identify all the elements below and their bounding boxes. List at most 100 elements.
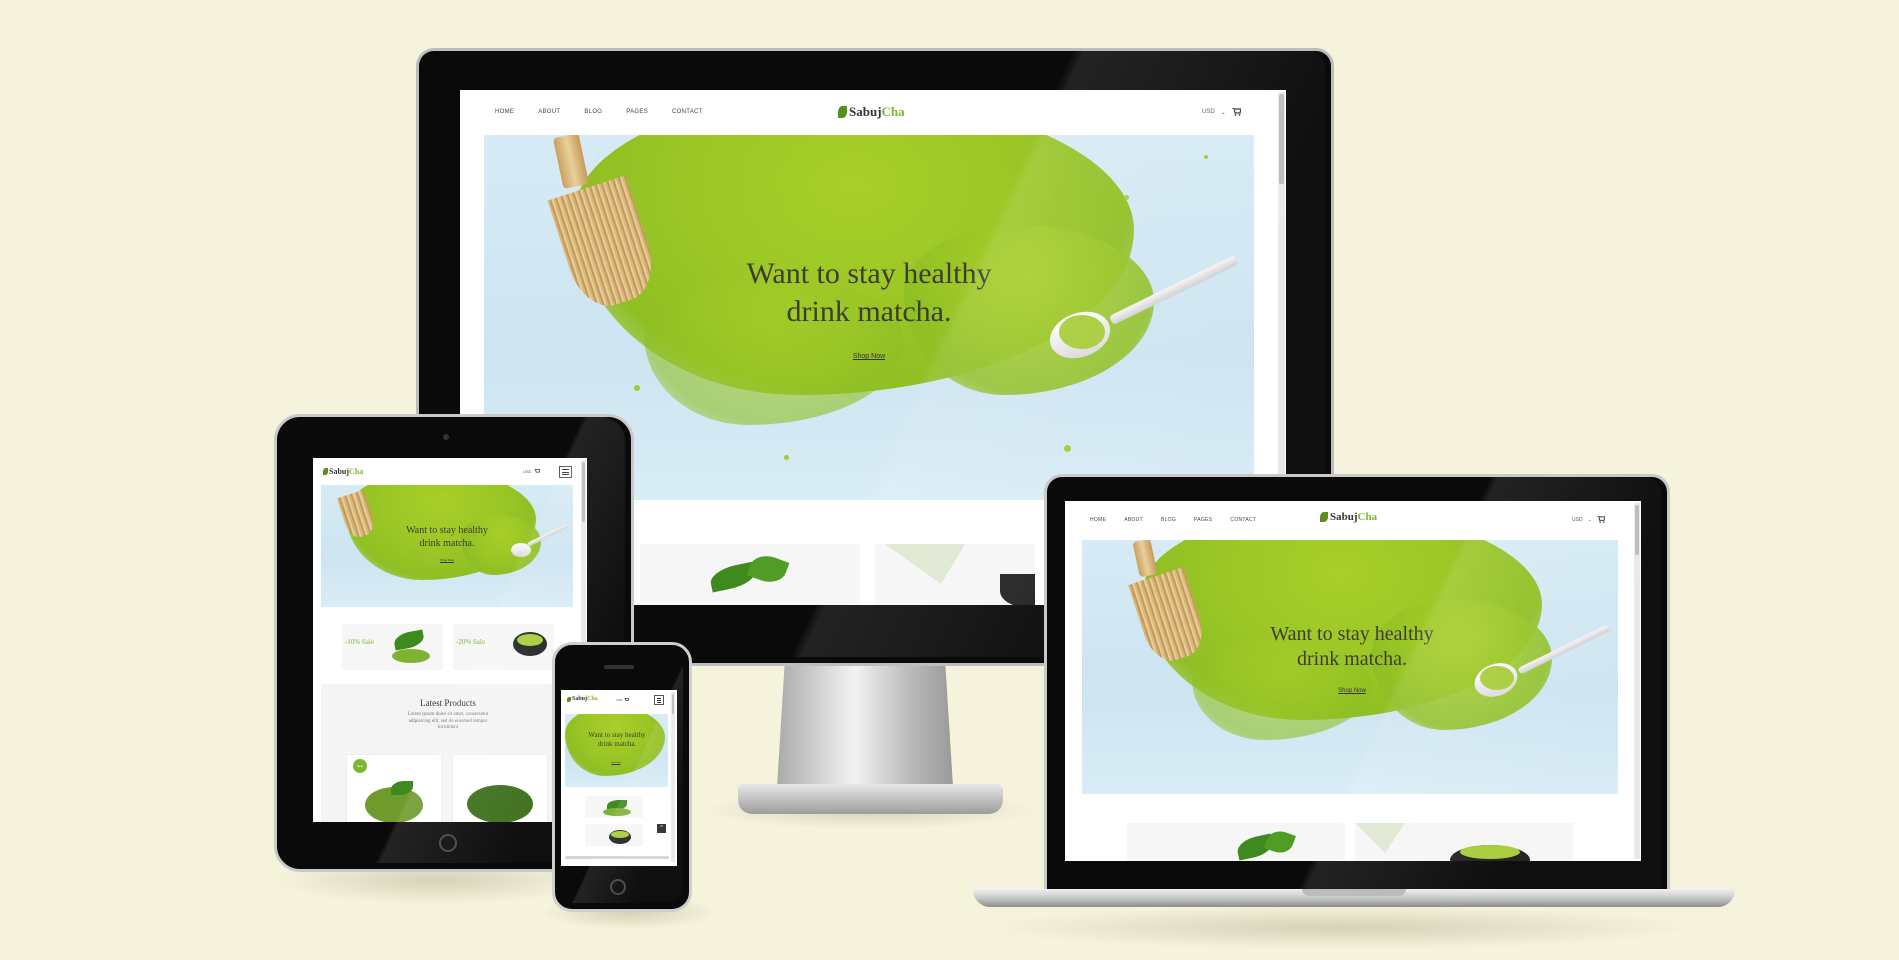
currency-select[interactable]: USD [1572, 517, 1583, 523]
tablet-header-actions: USD [523, 469, 541, 474]
phone-promo-card-2[interactable] [585, 824, 643, 846]
logo-text-main: Sabuj [849, 104, 882, 119]
laptop-shadow [980, 905, 1700, 950]
hero-title: Want to stay healthy drink matcha. [1227, 622, 1477, 672]
desktop-navbar: HOME ABOUT BLOG PAGES CONTACT Sabuj Cha U… [460, 90, 1286, 136]
monitor-base [738, 784, 1003, 814]
product-card-2[interactable] [452, 754, 548, 822]
hero-title-line1: Want to stay healthy [406, 525, 488, 536]
phone-speaker [604, 665, 634, 669]
menu-pages[interactable]: PAGES [1194, 517, 1212, 523]
logo-text-accent: Cha [587, 696, 598, 702]
shop-now-link[interactable]: Shop Now [601, 762, 631, 764]
promo-card-tea-leaves[interactable] [1127, 823, 1345, 861]
menu-contact[interactable]: CONTACT [1230, 517, 1256, 523]
promo-card-sale-20[interactable]: -20% Sale [453, 624, 554, 670]
tablet-hero-banner: Want to stay healthy drink matcha. Shop … [321, 485, 573, 607]
menu-about[interactable]: ABOUT [538, 109, 560, 115]
promo-card-sale-10[interactable]: -10% Sale [342, 624, 443, 670]
shopping-cart-icon[interactable] [1231, 108, 1241, 116]
phone-header-actions: USD [616, 698, 630, 702]
new-badge: New [353, 759, 367, 773]
sale-label-10: -10% Sale [345, 638, 374, 646]
hero-title-line2: drink matcha. [597, 739, 637, 748]
menu-blog[interactable]: BLOG [1161, 517, 1176, 523]
latest-products-description: Lorem ipsum dolor sit amet, consectetur … [361, 712, 535, 732]
logo-text-accent: Cha [881, 104, 905, 119]
phone-horizontal-scrollbar[interactable] [565, 856, 669, 859]
desktop-scrollbar[interactable] [1278, 92, 1285, 497]
laptop-notch [1302, 889, 1406, 896]
chevron-down-icon: ⌄ [1220, 109, 1226, 116]
laptop-navbar: HOME ABOUT BLOG PAGES CONTACT Sabuj Cha U… [1065, 501, 1641, 541]
promo-card-matcha-bowl[interactable] [875, 544, 1035, 605]
menu-blog[interactable]: BLOG [584, 109, 602, 115]
logo-text-accent: Cha [1357, 511, 1378, 523]
phone-logo[interactable]: Sabuj Cha [567, 696, 598, 702]
hero-title: Want to stay healthy drink matcha. [575, 731, 659, 749]
header-actions: USD ⌄ [1572, 516, 1605, 523]
tablet-logo[interactable]: Sabuj Cha [323, 467, 363, 476]
hero-title-line1: Want to stay healthy [746, 257, 992, 290]
product-card-1[interactable]: New [346, 754, 442, 822]
latest-products-title: Latest Products [420, 698, 476, 708]
laptop-scrollbar[interactable] [1634, 503, 1640, 859]
latest-desc-line3: incididunt [437, 725, 459, 730]
logo-text-main: Sabuj [329, 467, 350, 476]
shop-now-link[interactable]: Shop Now [829, 353, 909, 360]
tablet-camera [443, 434, 449, 440]
menu-pages[interactable]: PAGES [626, 109, 648, 115]
phone-scrollbar[interactable] [671, 692, 675, 862]
logo-leaf-icon [1320, 512, 1328, 522]
phone-hero-banner: Want to stay healthy drink matcha. Shop … [565, 714, 668, 787]
monitor-stand [776, 655, 954, 790]
currency-select[interactable]: USD [1202, 109, 1215, 115]
currency-select[interactable]: USD [616, 698, 622, 702]
hero-title: Want to stay healthy drink matcha. [387, 525, 507, 550]
desktop-main-menu: HOME ABOUT BLOG PAGES CONTACT [495, 109, 703, 115]
hamburger-menu-icon[interactable] [559, 466, 572, 478]
shopping-cart-icon[interactable] [624, 698, 630, 702]
hero-title: Want to stay healthy drink matcha. [694, 255, 1044, 330]
tablet-home-button[interactable] [439, 834, 457, 852]
hero-banner: Want to stay healthy drink matcha. Shop … [1082, 540, 1618, 794]
menu-home[interactable]: HOME [495, 109, 514, 115]
shopping-cart-icon[interactable] [534, 469, 541, 474]
promo-card-tea-leaves[interactable] [640, 544, 860, 605]
logo-leaf-icon [567, 696, 571, 702]
logo-text-main: Sabuj [572, 696, 588, 702]
logo-text-accent: Cha [349, 467, 364, 476]
menu-home[interactable]: HOME [1090, 517, 1106, 523]
hero-title-line1: Want to stay healthy [1270, 623, 1434, 645]
hamburger-menu-icon[interactable] [654, 695, 664, 705]
shop-now-link[interactable]: Shop Now [427, 558, 467, 562]
phone-screen: Sabuj Cha USD Want to stay healthy drink … [561, 690, 677, 866]
menu-contact[interactable]: CONTACT [672, 109, 703, 115]
chevron-down-icon: ⌄ [1587, 516, 1592, 523]
phone-promo-card-1[interactable] [585, 796, 643, 818]
phone-home-button[interactable] [610, 879, 626, 895]
menu-about[interactable]: ABOUT [1124, 517, 1143, 523]
site-logo[interactable]: Sabuj Cha [838, 104, 905, 120]
spoon-image [511, 543, 531, 557]
shop-now-link[interactable]: Shop Now [1322, 688, 1382, 694]
logo-leaf-icon [838, 106, 847, 118]
hero-title-line1: Want to stay healthy [588, 731, 646, 739]
promo-card-matcha-bowl[interactable] [1355, 823, 1573, 861]
latest-products-section: Latest Products Lorem ipsum dolor sit am… [321, 684, 575, 822]
currency-select[interactable]: USD [523, 469, 531, 474]
logo-leaf-icon [323, 468, 328, 475]
laptop-main-menu: HOME ABOUT BLOG PAGES CONTACT [1090, 517, 1256, 523]
header-actions: USD ⌄ [1202, 108, 1241, 116]
tablet-screen: Sabuj Cha USD Want to stay healthy drink … [313, 458, 587, 822]
sale-label-20: -20% Sale [456, 638, 485, 646]
laptop-screen: HOME ABOUT BLOG PAGES CONTACT Sabuj Cha U… [1065, 501, 1641, 861]
site-logo[interactable]: Sabuj Cha [1320, 511, 1377, 523]
back-to-top-icon[interactable]: ^ [657, 824, 666, 833]
logo-text-main: Sabuj [1330, 511, 1358, 523]
responsive-mockup-scene: HOME ABOUT BLOG PAGES CONTACT Sabuj Cha U… [0, 0, 1899, 960]
hero-title-line2: drink matcha. [786, 294, 952, 328]
hero-title-line2: drink matcha. [419, 537, 475, 549]
hero-title-line2: drink matcha. [1297, 648, 1407, 670]
shopping-cart-icon[interactable] [1596, 516, 1605, 523]
